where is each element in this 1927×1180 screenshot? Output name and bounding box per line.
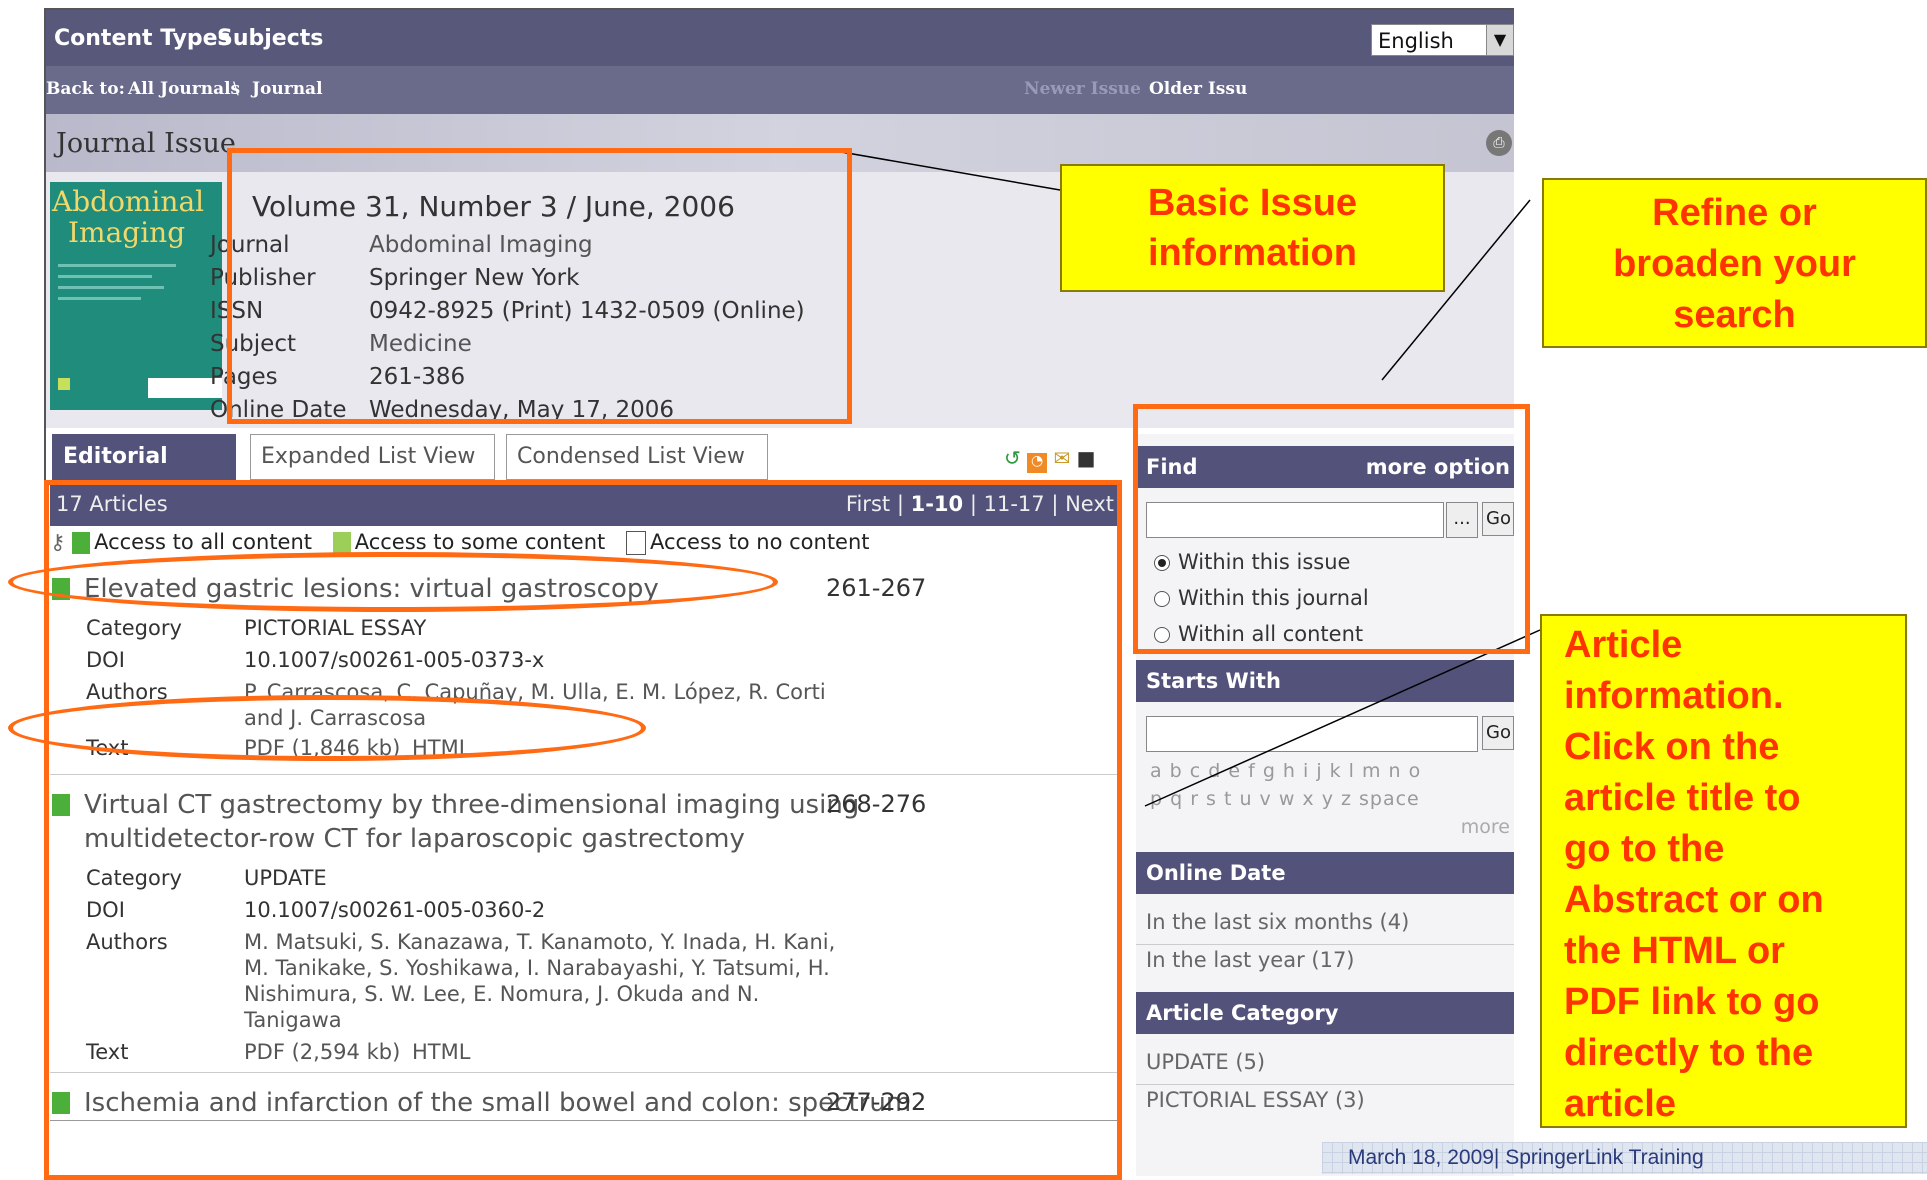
callout-text: go to the — [1564, 828, 1725, 870]
footer-text: March 18, 2009| SpringerLink Training — [1348, 1146, 1704, 1169]
callout-text: article title to — [1564, 777, 1801, 819]
callout-text: article — [1564, 1083, 1676, 1125]
callout-basic-issue: Basic Issue information — [1060, 164, 1445, 292]
callout-text: Click on the — [1564, 726, 1780, 768]
callout-article-info: Article information. Click on the articl… — [1540, 614, 1907, 1128]
highlight-issue-info — [227, 148, 852, 424]
callout-text: Article — [1564, 624, 1683, 666]
callout-text: information. — [1564, 675, 1784, 717]
callout-text: broaden your — [1613, 243, 1856, 285]
callout-text: directly to the — [1564, 1032, 1814, 1074]
callout-text: information — [1148, 232, 1357, 274]
callout-text: Refine or — [1652, 192, 1817, 234]
slide-footer: March 18, 2009| SpringerLink Training — [1322, 1142, 1927, 1174]
callout-text: Abstract or on — [1564, 879, 1824, 921]
callout-text: search — [1673, 294, 1796, 336]
callout-text: Basic Issue — [1147, 182, 1358, 224]
callout-line-basic — [829, 149, 1061, 191]
highlight-text-links — [8, 695, 646, 761]
highlight-article-title — [8, 552, 778, 612]
callout-line-article — [1144, 629, 1541, 807]
callout-text: PDF link to go — [1564, 981, 1820, 1023]
callout-refine-search: Refine or broaden your search — [1542, 178, 1927, 348]
callout-text: the HTML or — [1564, 930, 1785, 972]
highlight-find-panel — [1133, 404, 1530, 654]
